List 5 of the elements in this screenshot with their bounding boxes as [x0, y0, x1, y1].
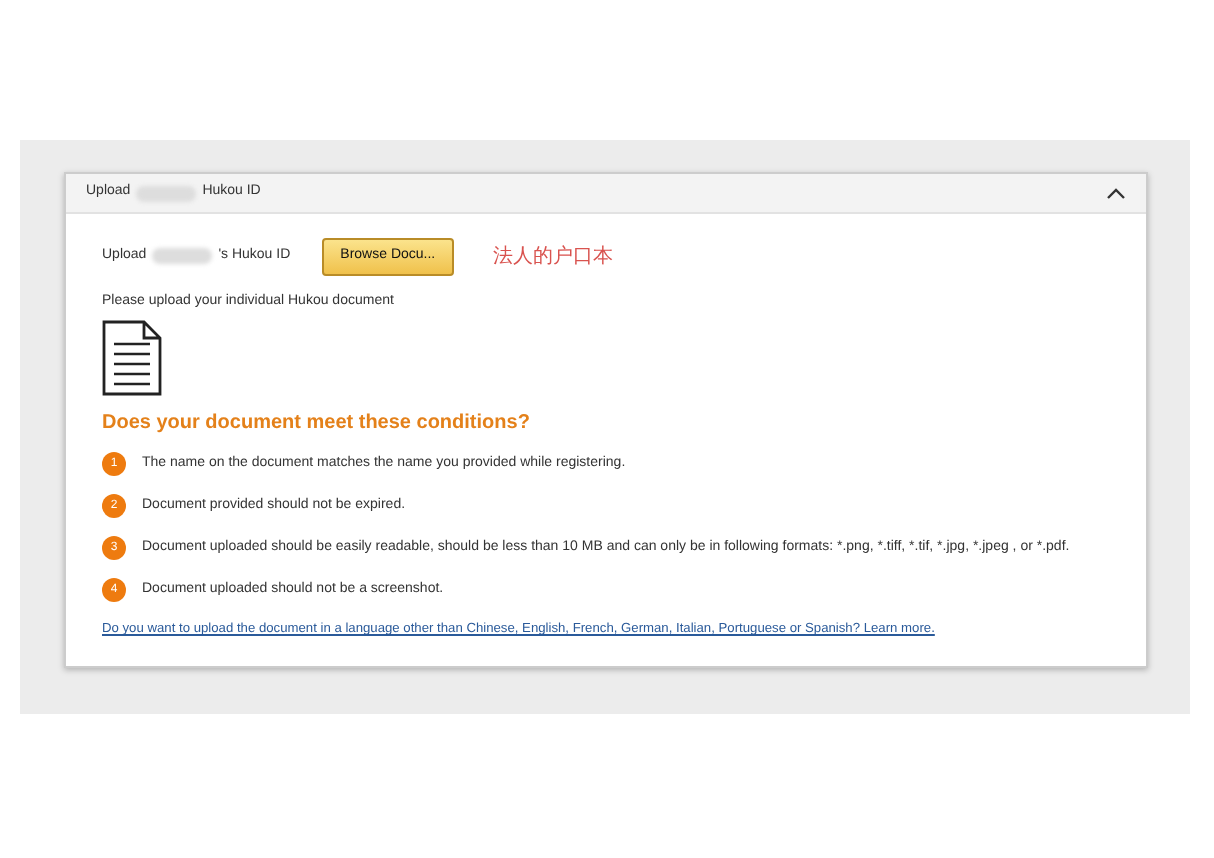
annotation-text: 法人的户口本 [493, 243, 614, 272]
collapse-icon[interactable] [1106, 186, 1126, 200]
document-icon [102, 320, 162, 396]
conditions-heading: Does your document meet these conditions? [102, 410, 532, 438]
redaction-mark [152, 248, 213, 265]
